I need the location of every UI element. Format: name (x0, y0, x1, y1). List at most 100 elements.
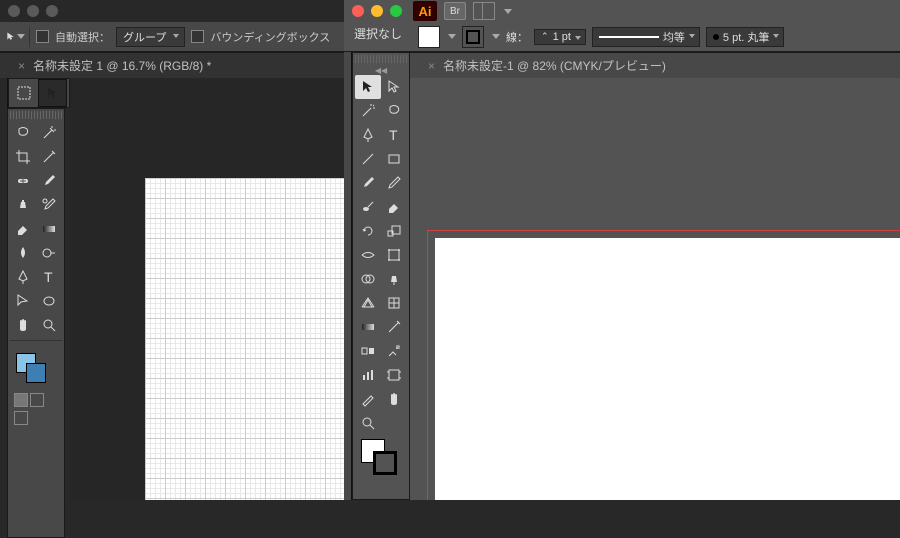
auto-select-label: 自動選択： (55, 29, 110, 45)
crop-tool[interactable] (10, 145, 36, 169)
width-tool[interactable] (355, 243, 381, 267)
background-color[interactable] (26, 363, 46, 383)
selection-tool[interactable] (355, 75, 381, 99)
symbol-sprayer-tool[interactable] (381, 339, 407, 363)
slice-tool[interactable] (355, 387, 381, 411)
eyedropper-tool[interactable] (381, 315, 407, 339)
close-tab-icon[interactable]: × (428, 59, 435, 73)
brush-dropdown[interactable]: 5 pt. 丸筆 (706, 27, 784, 47)
ai-control-bar: 選択なし 線： ⌃1 pt 均等 5 pt. 丸筆 (344, 22, 900, 52)
ai-color-swatches[interactable] (355, 435, 407, 477)
chevron-down-icon[interactable] (17, 34, 25, 39)
move-tool-indicator (6, 27, 30, 47)
blob-brush-tool[interactable] (355, 195, 381, 219)
ps-color-swatches[interactable] (10, 349, 62, 391)
marquee-tool[interactable] (9, 79, 38, 107)
eraser-tool[interactable] (381, 195, 407, 219)
ps-tab-title[interactable]: 名称未設定 1 @ 16.7% (RGB/8) * (33, 57, 211, 74)
blend-tool[interactable] (355, 339, 381, 363)
bounding-box-checkbox[interactable] (191, 30, 204, 43)
pen-tool[interactable] (10, 265, 36, 289)
healing-brush-tool[interactable] (10, 169, 36, 193)
rectangle-tool[interactable] (381, 147, 407, 171)
chevron-down-icon[interactable] (448, 34, 456, 39)
gradient-tool[interactable] (36, 217, 62, 241)
ps-artboard (145, 178, 344, 500)
dodge-tool[interactable] (36, 241, 62, 265)
minimize-button[interactable] (27, 5, 39, 17)
stroke-color[interactable] (373, 451, 397, 475)
ps-canvas-area[interactable] (70, 78, 344, 500)
stroke-label: 線： (506, 29, 528, 45)
magic-wand-tool[interactable] (355, 99, 381, 123)
ps-corner-tools (8, 78, 70, 108)
blur-tool[interactable] (10, 241, 36, 265)
line-tool[interactable] (355, 147, 381, 171)
gradient-tool[interactable] (355, 315, 381, 339)
shape-builder-tool[interactable] (355, 267, 381, 291)
toolbar-grip[interactable] (355, 55, 407, 63)
clone-stamp-tool[interactable] (10, 193, 36, 217)
ps-toolbar: T (7, 108, 65, 538)
chevron-down-icon[interactable] (492, 34, 500, 39)
screenmode-row (10, 409, 62, 427)
stroke-weight-dropdown[interactable]: ⌃1 pt (534, 29, 586, 45)
path-selection-tool[interactable] (10, 289, 36, 313)
history-brush-tool[interactable] (36, 193, 62, 217)
eraser-tool[interactable] (10, 217, 36, 241)
illustrator-window: Ai Br 選択なし 線： ⌃1 pt 均等 5 pt. 丸筆 ◀◀ T (344, 0, 900, 500)
fill-swatch[interactable] (418, 26, 440, 48)
move-tool[interactable] (38, 79, 67, 107)
collapse-icon[interactable]: ◀◀ (355, 65, 407, 75)
direct-selection-tool[interactable] (381, 75, 407, 99)
zoom-tool[interactable] (36, 313, 62, 337)
quickmask-mode-button[interactable] (30, 393, 44, 407)
photoshop-window: 自動選択： グループ バウンディングボックス × 名称未設定 1 @ 16.7%… (0, 0, 344, 500)
stroke-swatch[interactable] (462, 26, 484, 48)
screen-mode-button[interactable] (14, 411, 28, 425)
rotate-tool[interactable] (355, 219, 381, 243)
shape-tool[interactable] (36, 289, 62, 313)
hand-tool[interactable] (10, 313, 36, 337)
auto-select-dropdown[interactable]: グループ (116, 27, 185, 47)
chevron-down-icon[interactable] (504, 9, 512, 14)
standard-mode-button[interactable] (14, 393, 28, 407)
paintbrush-tool[interactable] (355, 171, 381, 195)
bridge-button[interactable]: Br (444, 2, 466, 20)
perspective-grid-tool[interactable] (355, 291, 381, 315)
type-tool[interactable]: T (36, 265, 62, 289)
ai-canvas-area[interactable] (410, 78, 900, 500)
artboard-tool[interactable] (381, 363, 407, 387)
toolbar-grip[interactable] (10, 111, 62, 119)
maximize-button[interactable] (390, 5, 402, 17)
svg-text:T: T (44, 269, 53, 285)
free-transform-tool[interactable] (381, 243, 407, 267)
close-tab-icon[interactable]: × (18, 59, 25, 73)
scale-tool[interactable] (381, 219, 407, 243)
arrange-documents-button[interactable] (473, 2, 495, 20)
ai-toolbar: ◀◀ T (352, 52, 410, 500)
close-button[interactable] (352, 5, 364, 17)
type-tool[interactable]: T (381, 123, 407, 147)
print-tiling-tool[interactable] (381, 411, 407, 435)
magic-wand-tool[interactable] (36, 121, 62, 145)
pencil-tool[interactable] (381, 171, 407, 195)
zoom-tool[interactable] (355, 411, 381, 435)
mesh-tool[interactable] (381, 291, 407, 315)
ps-workspace: T (0, 78, 344, 500)
quickmask-row (10, 391, 62, 409)
minimize-button[interactable] (371, 5, 383, 17)
ai-tab-title[interactable]: 名称未設定-1 @ 82% (CMYK/プレビュー) (443, 57, 666, 74)
lasso-tool[interactable] (381, 99, 407, 123)
pen-tool[interactable] (355, 123, 381, 147)
eyedropper-tool[interactable] (36, 145, 62, 169)
close-button[interactable] (8, 5, 20, 17)
stroke-profile-dropdown[interactable]: 均等 (592, 27, 700, 47)
lasso-tool[interactable] (10, 121, 36, 145)
brush-tool[interactable] (36, 169, 62, 193)
auto-select-checkbox[interactable] (36, 30, 49, 43)
column-graph-tool[interactable] (355, 363, 381, 387)
hand-tool[interactable] (381, 387, 407, 411)
live-paint-tool[interactable] (381, 267, 407, 291)
maximize-button[interactable] (46, 5, 58, 17)
